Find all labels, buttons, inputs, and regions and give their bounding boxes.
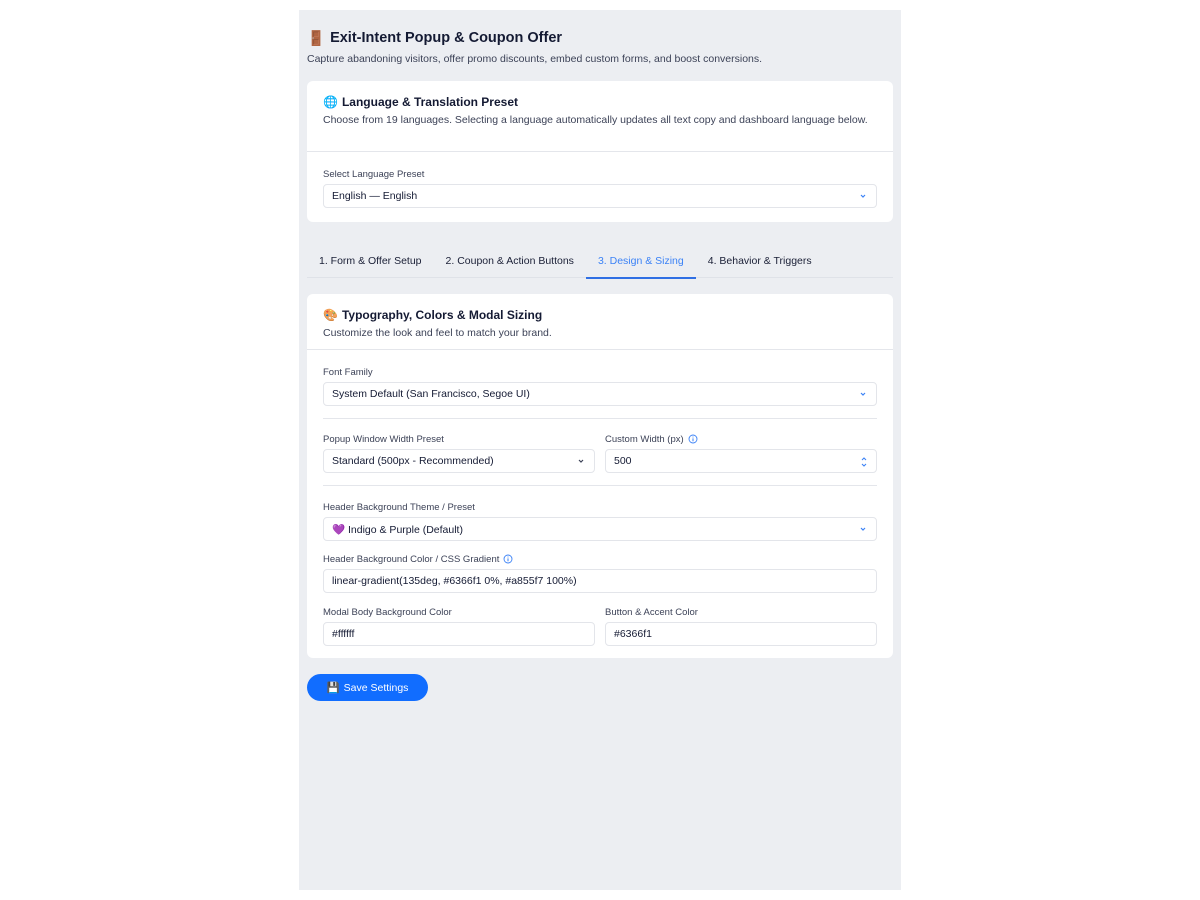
globe-icon: 🌐 <box>323 95 338 109</box>
language-card-header: 🌐 Language & Translation Preset Choose f… <box>307 81 893 152</box>
custom-width-label-text: Custom Width (px) <box>605 433 684 445</box>
accent-color-input[interactable]: #6366f1 <box>605 622 877 646</box>
info-icon[interactable] <box>503 554 513 564</box>
language-card-title-text: Language & Translation Preset <box>341 95 518 109</box>
tab-coupon-action-buttons[interactable]: 2. Coupon & Action Buttons <box>434 244 586 278</box>
width-preset-label: Popup Window Width Preset <box>323 433 444 445</box>
save-settings-label: Save Settings <box>343 681 409 694</box>
language-card-body: Select Language Preset English — English <box>307 152 893 208</box>
header-theme-value: 💜 Indigo & Purple (Default) <box>332 523 463 536</box>
palette-icon: 🎨 <box>323 308 338 322</box>
chevron-down-icon <box>578 459 584 463</box>
header-gradient-label-text: Header Background Color / CSS Gradient <box>323 553 500 565</box>
font-family-label: Font Family <box>323 366 373 378</box>
header-gradient-input[interactable]: linear-gradient(135deg, #6366f1 0%, #a85… <box>323 569 877 593</box>
design-card: 🎨 Typography, Colors & Modal Sizing Cust… <box>307 294 893 658</box>
width-preset-value: Standard (500px - Recommended) <box>332 455 494 467</box>
width-preset-select[interactable]: Standard (500px - Recommended) <box>323 449 595 473</box>
tab-form-offer-setup[interactable]: 1. Form & Offer Setup <box>307 244 434 278</box>
chevron-down-icon <box>860 194 866 198</box>
save-settings-button[interactable]: 💾 Save Settings <box>307 674 428 701</box>
language-card-title: 🌐 Language & Translation Preset <box>323 94 877 110</box>
tab-behavior-triggers[interactable]: 4. Behavior & Triggers <box>696 244 824 278</box>
header-theme-label: Header Background Theme / Preset <box>323 501 475 513</box>
page-title: 🚪 Exit-Intent Popup & Coupon Offer <box>307 28 893 48</box>
header-gradient-group: Header Background Color / CSS Gradient l… <box>307 541 893 593</box>
floppy-disk-icon: 💾 <box>326 682 340 694</box>
info-icon[interactable] <box>688 434 698 444</box>
body-bg-label: Modal Body Background Color <box>323 606 452 618</box>
chevron-down-icon <box>860 392 866 396</box>
chevron-down-icon <box>860 527 866 531</box>
language-select-label: Select Language Preset <box>323 168 425 180</box>
header-gradient-label: Header Background Color / CSS Gradient <box>323 553 877 565</box>
custom-width-label: Custom Width (px) <box>605 433 877 445</box>
door-icon: 🚪 <box>307 30 326 47</box>
language-select[interactable]: English — English <box>323 184 877 208</box>
language-card-description: Choose from 19 languages. Selecting a la… <box>323 114 868 126</box>
tab-design-sizing[interactable]: 3. Design & Sizing <box>585 244 696 279</box>
header-theme-group: Header Background Theme / Preset 💜 Indig… <box>307 486 893 541</box>
custom-width-value: 500 <box>614 455 632 467</box>
page-subtitle: Capture abandoning visitors, offer promo… <box>307 53 763 65</box>
page-title-text: Exit-Intent Popup & Coupon Offer <box>330 30 563 46</box>
design-card-description: Customize the look and feel to match you… <box>323 327 552 339</box>
settings-tabs: 1. Form & Offer Setup 2. Coupon & Action… <box>307 244 893 279</box>
accent-color-value: #6366f1 <box>614 628 652 640</box>
font-family-select[interactable]: System Default (San Francisco, Segoe UI) <box>323 382 877 406</box>
language-select-value: English — English <box>332 190 418 202</box>
header-gradient-value: linear-gradient(135deg, #6366f1 0%, #a85… <box>332 575 577 587</box>
accent-color-label: Button & Accent Color <box>605 606 698 618</box>
header-theme-select[interactable]: 💜 Indigo & Purple (Default) <box>323 517 877 541</box>
language-card: 🌐 Language & Translation Preset Choose f… <box>307 81 893 222</box>
settings-panel: 🚪 Exit-Intent Popup & Coupon Offer Captu… <box>299 10 901 890</box>
custom-width-input[interactable]: 500 <box>605 449 877 473</box>
design-card-title-text: Typography, Colors & Modal Sizing <box>341 308 543 322</box>
font-family-group: Font Family System Default (San Francisc… <box>307 350 893 418</box>
stepper-arrows-icon[interactable] <box>860 454 868 470</box>
body-bg-value: #ffffff <box>332 628 355 640</box>
font-family-value: System Default (San Francisco, Segoe UI) <box>332 388 530 400</box>
width-group: Popup Window Width Preset Standard (500p… <box>307 419 893 485</box>
body-bg-input[interactable]: #ffffff <box>323 622 595 646</box>
colors-group: Modal Body Background Color #ffffff Butt… <box>307 593 893 646</box>
design-card-title: 🎨 Typography, Colors & Modal Sizing <box>323 307 877 323</box>
design-card-header: 🎨 Typography, Colors & Modal Sizing Cust… <box>307 294 893 350</box>
